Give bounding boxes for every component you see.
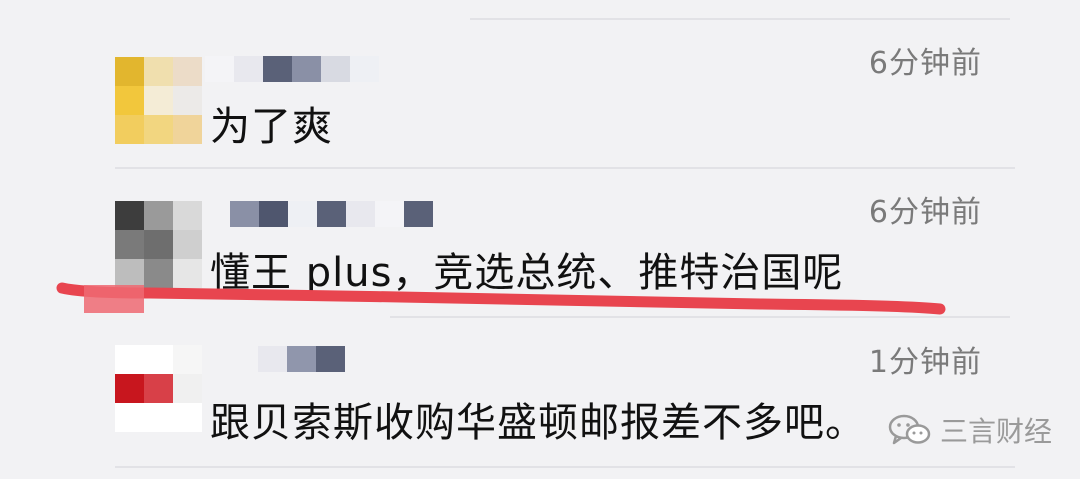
comment-text: 懂王 plus，竞选总统、推特治国呢 [210, 250, 844, 296]
username-blurred[interactable] [230, 201, 433, 227]
divider [115, 466, 1015, 468]
username-blurred[interactable] [205, 56, 379, 82]
comment-text: 跟贝索斯收购华盛顿邮报差不多吧。 [210, 400, 866, 446]
comment-time: 1分钟前 [868, 345, 982, 380]
avatar[interactable] [115, 201, 202, 288]
comment-text: 为了爽 [210, 104, 333, 150]
divider [115, 167, 1015, 169]
watermark: 三言财经 [888, 410, 1052, 450]
wechat-icon [888, 414, 931, 445]
divider [470, 18, 1010, 20]
comment-time: 6分钟前 [868, 46, 982, 81]
avatar[interactable] [115, 57, 202, 144]
watermark-label: 三言财经 [940, 415, 1053, 448]
comment-list: 6分钟前 为了爽 6分钟前 懂王 plus，竞选总统、推特治国呢 1分钟前 跟贝… [0, 0, 1080, 479]
avatar[interactable] [115, 345, 202, 432]
comment-time: 6分钟前 [868, 195, 982, 230]
username-blurred[interactable] [258, 346, 345, 372]
divider [390, 316, 1010, 318]
